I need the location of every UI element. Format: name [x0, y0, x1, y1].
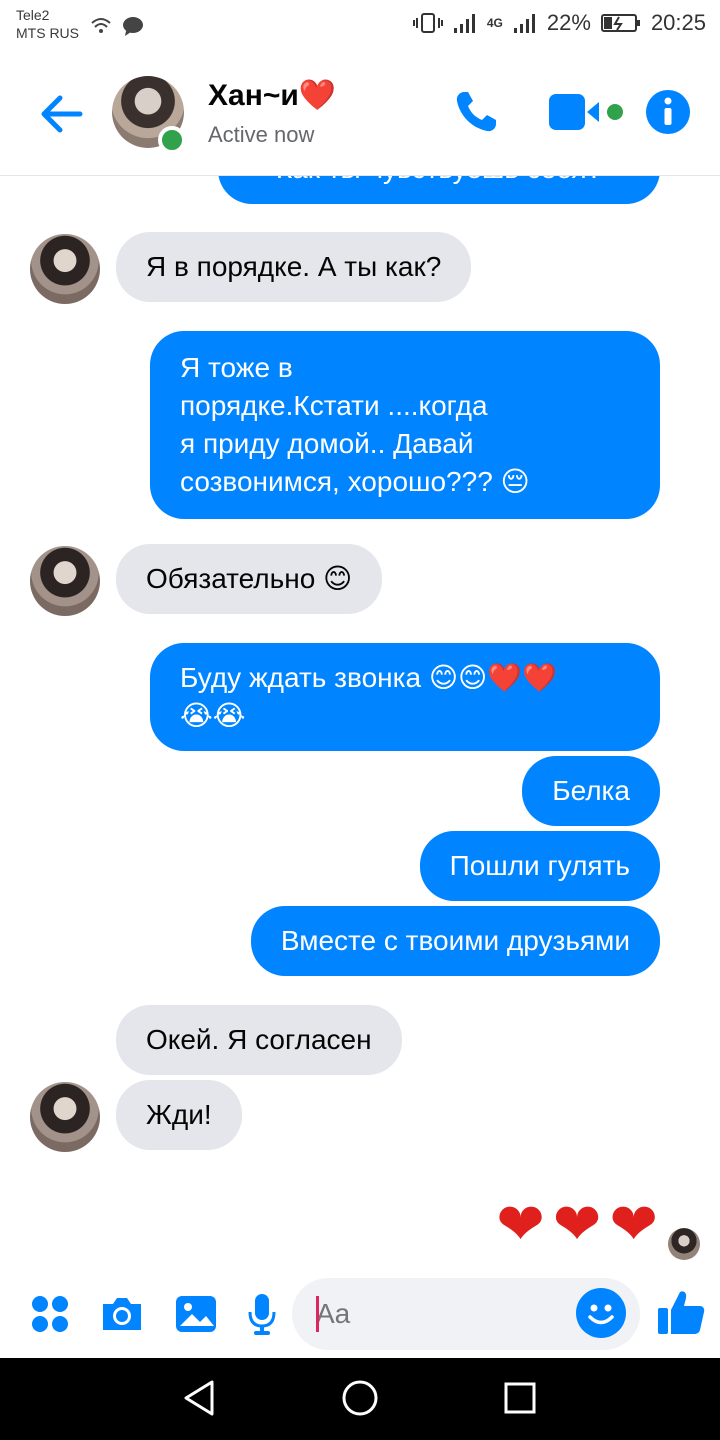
conversation-header: Хан~и❤️ Active now	[0, 56, 720, 176]
camera-button[interactable]	[98, 1290, 146, 1338]
network-type: 4G	[486, 16, 503, 30]
message-outgoing[interactable]: Я тоже в порядке.Кстати ....когда я прид…	[150, 331, 660, 519]
message-line: порядке.Кстати ....когда	[180, 390, 488, 421]
message-outgoing[interactable]: Белка	[522, 756, 660, 826]
apps-button[interactable]	[26, 1290, 74, 1338]
circle-home-icon	[342, 1380, 378, 1416]
message-list[interactable]: Как ты чувствуешь себя? Я в порядке. А т…	[0, 176, 720, 1274]
status-right: 4G 22% 20:25	[412, 10, 706, 36]
message-text: Я в порядке. А ты как?	[146, 251, 442, 282]
text-cursor	[316, 1296, 319, 1332]
nav-back-button[interactable]	[180, 1378, 220, 1418]
message-outgoing[interactable]: Буду ждать звонка 😊😊❤️❤️ 😭😭	[150, 643, 660, 751]
camera-icon	[103, 1298, 141, 1330]
emoji-button[interactable]	[576, 1288, 626, 1338]
message-outgoing[interactable]: Вместе с твоими друзьями	[250, 906, 660, 976]
message-text: Белка	[552, 775, 630, 806]
message-text: Как ты чувствуешь себя?	[276, 176, 602, 184]
vibrate-icon	[412, 13, 443, 33]
message-line: 😭😭	[180, 700, 246, 731]
signal-icon-2	[513, 14, 535, 33]
message-incoming[interactable]: Обязательно 😊	[116, 544, 383, 614]
message-line: созвонимся, хорошо??? 😔	[180, 466, 530, 497]
seen-avatar	[668, 1228, 700, 1260]
message-incoming[interactable]: Жди!	[116, 1080, 242, 1150]
voice-call-button[interactable]	[448, 84, 504, 140]
clock: 20:25	[650, 10, 706, 35]
message-outgoing[interactable]: Как ты чувствуешь себя?	[218, 176, 660, 204]
square-recent-icon	[504, 1382, 536, 1414]
apps-grid-icon	[32, 1296, 68, 1332]
carrier-name: Tele2	[16, 7, 50, 23]
message-line: Буду ждать звонка 😊😊❤️❤️	[180, 662, 557, 693]
image-icon	[176, 1296, 216, 1332]
message-text: Окей. Я согласен	[146, 1024, 372, 1055]
signal-icon	[453, 14, 475, 33]
sender-avatar[interactable]	[30, 546, 100, 616]
status-bar: Tele2 MTS RUS 4G 22% 20:25	[0, 0, 720, 56]
back-arrow-icon	[41, 95, 83, 133]
message-text: Жди!	[146, 1099, 212, 1130]
battery-percent: 22%	[546, 10, 591, 35]
microphone-icon	[248, 1294, 276, 1335]
sender-avatar[interactable]	[30, 1082, 100, 1152]
message-incoming[interactable]: Я в порядке. А ты как?	[116, 232, 472, 302]
battery-icon	[600, 14, 640, 32]
message-incoming[interactable]: Окей. Я согласен	[116, 1005, 402, 1075]
contact-status: Active now	[208, 122, 315, 147]
message-text: Пошли гулять	[449, 850, 630, 881]
online-indicator	[158, 126, 186, 154]
thumbs-up-icon	[658, 1291, 705, 1334]
nav-recent-button[interactable]	[500, 1378, 540, 1418]
sender-avatar[interactable]	[30, 234, 100, 304]
back-button[interactable]	[36, 88, 88, 140]
carrier-secondary: MTS RUS	[16, 25, 79, 41]
like-button[interactable]	[654, 1286, 708, 1340]
triangle-back-icon	[184, 1380, 214, 1416]
nav-home-button[interactable]	[340, 1378, 380, 1418]
hearts-message[interactable]: ❤❤❤	[496, 1190, 666, 1258]
system-nav-bar	[0, 1358, 720, 1440]
voice-message-button[interactable]	[238, 1290, 286, 1338]
info-button[interactable]	[640, 84, 696, 140]
message-line: я приду домой.. Давай	[180, 428, 474, 459]
carrier-info: Tele2 MTS RUS	[16, 6, 79, 42]
video-camera-icon	[549, 94, 623, 130]
message-text: Обязательно 😊	[146, 563, 353, 594]
message-outgoing[interactable]: Пошли гулять	[419, 831, 660, 901]
message-text: Вместе с твоими друзьями	[280, 925, 630, 956]
contact-name[interactable]: Хан~и❤️	[208, 78, 336, 113]
smiley-icon	[577, 1289, 625, 1337]
video-call-button[interactable]	[540, 84, 630, 140]
notification-icons	[90, 16, 144, 36]
info-icon	[646, 90, 690, 134]
composer-bar	[0, 1274, 720, 1358]
phone-icon	[456, 92, 496, 132]
message-line: Я тоже в	[180, 352, 293, 383]
chat-bubble-icon	[123, 17, 143, 36]
gallery-button[interactable]	[172, 1290, 220, 1338]
wifi-icon	[91, 18, 111, 33]
